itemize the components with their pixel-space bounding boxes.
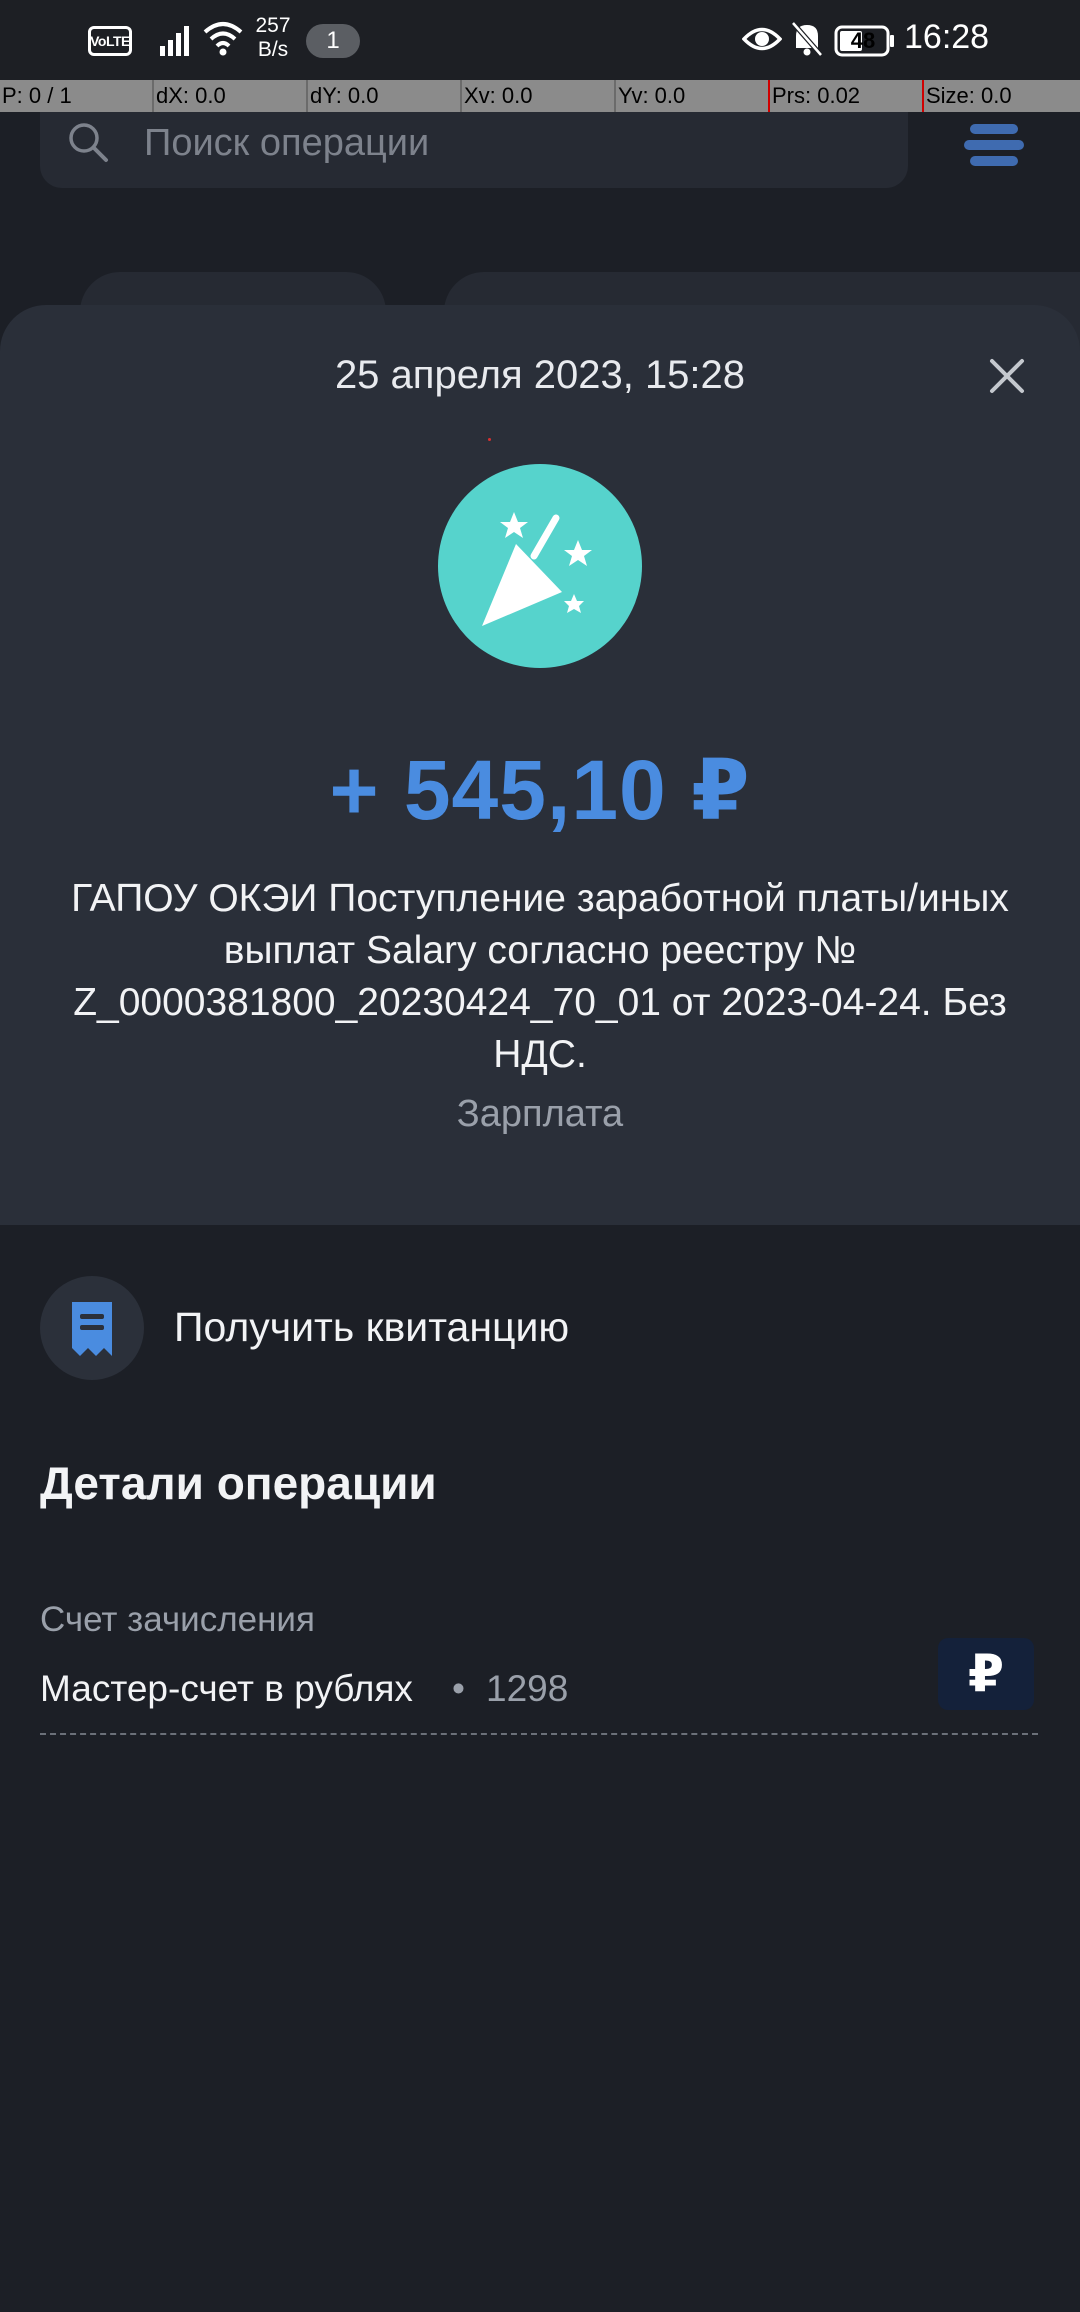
eye-icon (742, 27, 782, 51)
operation-category: Зарплата (456, 1093, 624, 1135)
status-bar: VoLTE 257 B/s 1 48 16:28 (0, 0, 1080, 80)
network-speed: 257 B/s (252, 14, 294, 62)
close-icon[interactable] (984, 353, 1030, 399)
battery-indicator: 48 (834, 24, 896, 58)
details-heading: Детали операции (40, 1457, 437, 1509)
overlay-divider (306, 80, 308, 112)
operation-amount: + 545,10 ₽ (329, 743, 751, 837)
operation-date: 25 апреля 2023, 15:28 (334, 353, 746, 397)
velocity-y: Yv: 0.0 (618, 83, 686, 108)
overlay-divider (614, 80, 616, 112)
velocity-x: Xv: 0.0 (464, 83, 533, 108)
search-icon (69, 123, 108, 162)
notification-badge: 1 (306, 24, 360, 58)
touch-size: Size: 0.0 (926, 83, 1012, 108)
search-bar[interactable]: Поиск операции (40, 112, 908, 188)
dashed-divider (40, 1733, 1038, 1735)
pointer-location-overlay: P: 0 / 1 dX: 0.0 dY: 0.0 Xv: 0.0 Yv: 0.0… (0, 80, 1080, 112)
account-label: Счет зачисления (40, 1600, 315, 1639)
battery-level: 48 (850, 28, 876, 53)
overlay-divider (152, 80, 154, 112)
signal-icon (160, 26, 189, 56)
overlay-divider (768, 80, 770, 112)
operation-sheet: 25 апреля 2023, 15:28 + 545,10 ₽ ГАПОУ О… (0, 305, 1080, 1225)
ruble-currency-icon: ₽ (938, 1638, 1034, 1710)
speed-value: 257 (255, 14, 291, 37)
overlay-divider (460, 80, 462, 112)
account-number: 1298 (486, 1668, 569, 1709)
account-name[interactable]: Мастер-счет в рублях (40, 1668, 413, 1710)
delta-x: dX: 0.0 (156, 83, 226, 108)
speed-unit: B/s (257, 38, 289, 61)
search-placeholder: Поиск операции (144, 122, 430, 164)
operation-description: ГАПОУ ОКЭИ Поступление заработной платы/… (71, 877, 1009, 1076)
bell-muted-icon (791, 21, 823, 57)
receipt-icon (72, 1302, 112, 1356)
party-popper-icon (482, 512, 592, 626)
filter-icon[interactable] (962, 118, 1026, 174)
get-receipt-button[interactable] (40, 1276, 144, 1380)
clock: 16:28 (904, 18, 990, 56)
touch-marker (488, 438, 491, 441)
pointer-count: P: 0 / 1 (2, 83, 72, 108)
category-icon-badge (438, 464, 642, 668)
overlay-divider (922, 80, 924, 112)
volte-icon: VoLTE (88, 26, 132, 56)
delta-y: dY: 0.0 (310, 83, 379, 108)
pressure: Prs: 0.02 (772, 83, 861, 108)
account-separator: • (452, 1668, 465, 1709)
wifi-icon (203, 22, 243, 56)
get-receipt-label[interactable]: Получить квитанцию (174, 1304, 569, 1351)
